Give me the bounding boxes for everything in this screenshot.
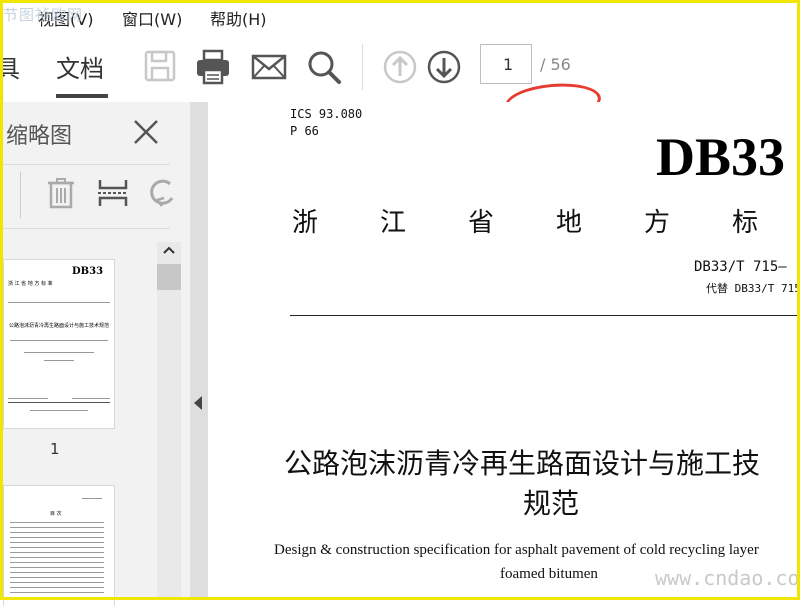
sidebar-divider: [0, 164, 170, 165]
title-en-line2: foamed bitumen: [500, 566, 598, 582]
panel-splitter[interactable]: [190, 102, 208, 600]
title-en-line1: Design & construction specification for …: [274, 542, 759, 558]
province-char-5: 方: [644, 208, 671, 238]
rotate-icon[interactable]: [146, 176, 180, 210]
province-char-2: 江: [380, 208, 407, 238]
sidebar-divider-2: [0, 228, 170, 229]
sidebar-tool-separator: [20, 172, 21, 218]
standard-prefix: DB33: [656, 127, 786, 187]
thumb1-province: 浙 江 省 地 方 标 准: [8, 281, 53, 287]
thumbnail-scrollbar[interactable]: [157, 242, 181, 600]
page-number-input[interactable]: 1: [480, 44, 532, 84]
title-cn-line2: 规范: [523, 487, 580, 520]
collapse-panel-icon[interactable]: [194, 396, 202, 410]
watermark-top: 节图祯欧网: [3, 6, 84, 24]
province-char-6: 标: [732, 208, 759, 238]
scrollbar-thumb[interactable]: [157, 264, 181, 290]
tab-document[interactable]: 文档: [56, 49, 104, 84]
thumb2-heading: 目 次: [50, 511, 62, 517]
toolbar-separator: [362, 44, 363, 90]
menu-window[interactable]: 窗口(W): [122, 6, 182, 30]
document-page: ICS 93.080 P 66 DB33 浙江省地方标 DB33/T 715— …: [208, 102, 800, 600]
menu-help[interactable]: 帮助(H): [210, 6, 267, 30]
ics-code: ICS 93.080: [290, 107, 363, 121]
page-thumbnail-1[interactable]: DB33 浙 江 省 地 方 标 准 公路泡沫沥青冷再生路面设计与施工技术规范: [4, 260, 114, 428]
page-thumbnail-1-label: 1: [50, 440, 60, 458]
thumb1-db: DB33: [72, 266, 104, 277]
scroll-up-icon[interactable]: [161, 242, 177, 258]
page-total: / 56: [540, 55, 571, 74]
save-icon[interactable]: [142, 48, 180, 86]
province-standard-heading: 浙江省地方标: [292, 202, 800, 239]
menu-bar: 视图(V) 窗口(W) 帮助(H): [0, 0, 800, 32]
replaces-line: 代替 DB33/T 715-: [706, 282, 800, 295]
arrow-down-icon[interactable]: [425, 48, 463, 86]
print-icon[interactable]: [194, 48, 232, 86]
thumb1-title: 公路泡沫沥青冷再生路面设计与施工技术规范: [8, 323, 109, 329]
province-char-1: 浙: [292, 208, 319, 238]
active-tab-indicator: [56, 94, 108, 98]
trash-icon[interactable]: [44, 176, 78, 210]
toolbar: 具 文档 1 / 56: [0, 32, 800, 125]
tab-tools[interactable]: 具: [0, 49, 20, 84]
title-cn-line1: 公路泡沫沥青冷再生路面设计与施工技: [284, 447, 761, 480]
close-icon[interactable]: [132, 118, 160, 146]
thumbnail-panel: 缩略图 DB33 浙 江 省 地 方 标 准 公路泡沫沥青冷再生路面设计与施工技…: [0, 102, 190, 606]
page-thumbnail-2[interactable]: 目 次: [4, 486, 114, 606]
page-current: 1: [503, 55, 514, 74]
ccs-code: P 66: [290, 124, 319, 138]
province-char-3: 省: [468, 208, 495, 238]
province-char-4: 地: [556, 208, 583, 238]
standard-number: DB33/T 715—: [694, 259, 787, 275]
extract-pages-icon[interactable]: [96, 176, 130, 210]
search-icon[interactable]: [305, 48, 343, 86]
thumbnail-panel-title: 缩略图: [6, 124, 73, 149]
arrow-up-icon[interactable]: [381, 48, 419, 86]
header-rule: [290, 315, 800, 316]
mail-icon[interactable]: [250, 48, 288, 86]
watermark-bottom: www.cndao.com: [655, 566, 800, 590]
